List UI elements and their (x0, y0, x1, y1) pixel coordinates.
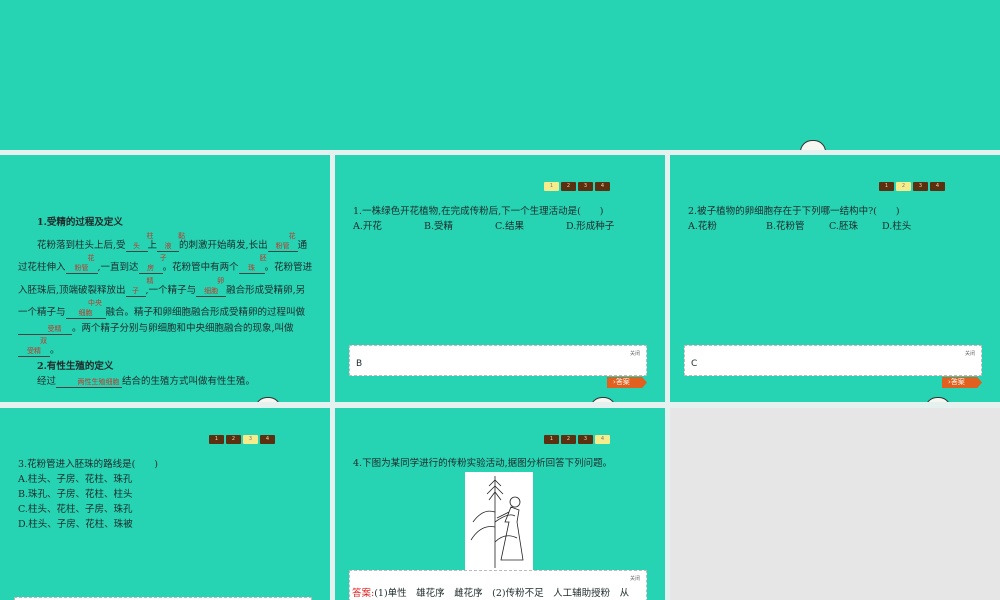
blank: 受精 (18, 324, 72, 335)
text: 上 (147, 239, 158, 251)
answer-text: (1)单性 雄花序 雌花序 (2)传粉不足 人工辅助授粉 从 (374, 588, 630, 599)
option-b: B.受精 (424, 221, 454, 232)
question-nav: 1234 (209, 435, 275, 444)
question-text: 2.被子植物的卵细胞存在于下列哪一结构中?( ) (688, 206, 900, 217)
nav-button-3[interactable]: 3 (578, 435, 593, 444)
nav-button-2[interactable]: 2 (226, 435, 241, 444)
blank: 子房 (138, 253, 167, 274)
slide-thumbnail-1[interactable]: 1.受精的过程及定义 花粉落到柱头上后,受柱头 上黏液 的刺激开始萌发,长出花粉管通… (0, 155, 330, 402)
question-text: 3.花粉管进入胚珠的路线是( ) (18, 459, 158, 470)
text: 结合的生殖方式叫做有性生殖。 (122, 376, 256, 387)
answer-value: B (356, 359, 363, 369)
answer-box: 关闭 C (684, 345, 982, 376)
blank: 柱头 (125, 231, 154, 252)
answer-button[interactable]: ›答案 (607, 377, 647, 388)
blank: 花粉管 (65, 253, 98, 274)
nav-button-3[interactable]: 3 (913, 182, 928, 191)
heading-sexual-reproduction: 2.有性生殖的定义 (37, 360, 114, 372)
option-c: C.结果 (495, 221, 524, 232)
empty-slot (670, 408, 1000, 600)
answer-content: 答案:(1)单性 雄花序 雌花序 (2)传粉不足 人工辅助授粉 从 (352, 585, 629, 599)
nav-button-1[interactable]: 1 (544, 435, 559, 444)
question: 3.花粉管进入胚珠的路线是( ) A.柱头、子房、花柱、珠孔 B.珠孔、子房、花… (18, 457, 318, 532)
answer-label: 答案: (352, 588, 375, 599)
answer-box: 关闭 答案:(1)单性 雄花序 雌花序 (2)传粉不足 人工辅助授粉 从 (349, 570, 647, 600)
decoration-icon (925, 397, 951, 402)
text: 融合。精子和卵细胞融合形成受精卵的过程叫做 (105, 307, 306, 318)
option-b: B.花粉管 (766, 221, 805, 232)
decoration-icon (255, 397, 281, 402)
option-b: B.珠孔、子房、花柱、柱头 (18, 489, 133, 500)
decoration-icon (590, 397, 616, 402)
text: 。 (50, 345, 60, 356)
slide-thumbnail-3[interactable]: 1234 2.被子植物的卵细胞存在于下列哪一结构中?( ) A.花粉 B.花粉管 C… (670, 155, 1000, 402)
answer-button-label: 答案 (950, 378, 965, 386)
close-button[interactable]: 关闭 (630, 350, 640, 357)
title-slide-thumbnail[interactable] (0, 0, 1000, 150)
heading-fertilization: 1.受精的过程及定义 (37, 217, 123, 228)
nav-button-2[interactable]: 2 (561, 435, 576, 444)
nav-button-3[interactable]: 3 (578, 182, 593, 191)
blank: 精子 (125, 276, 154, 297)
option-a: A.开花 (353, 221, 382, 232)
nav-button-2[interactable]: 2 (561, 182, 576, 191)
nav-button-4[interactable]: 4 (595, 182, 610, 191)
question: 1.一株绿色开花植物,在完成传粉后,下一个生理活动是( ) A.开花 B.受精 C.… (353, 204, 653, 234)
option-a: A.花粉 (688, 221, 717, 232)
nav-button-3[interactable]: 3 (243, 435, 258, 444)
blank: 两性生殖细胞 (56, 377, 123, 388)
nav-button-1[interactable]: 1 (209, 435, 224, 444)
text: 的刺激开始萌发,长出 (179, 239, 268, 251)
option-d: D.柱头、子房、花柱、珠被 (18, 519, 133, 530)
text: 。两个精子分别与卵细胞和中央细胞融合的现象,叫做 (72, 322, 294, 334)
nav-button-2[interactable]: 2 (896, 182, 911, 191)
slide-thumbnail-2[interactable]: 1234 1.一株绿色开花植物,在完成传粉后,下一个生理活动是( ) A.开花 B… (335, 155, 665, 402)
nav-button-4[interactable]: 4 (595, 435, 610, 444)
question-text: 1.一株绿色开花植物,在完成传粉后,下一个生理活动是( ) (353, 206, 604, 217)
corn-plant-girl-illustration (470, 476, 524, 568)
text: 经过 (37, 376, 57, 387)
question-text: 4.下图为某同学进行的传粉实验活动,据图分析回答下列问题。 (353, 458, 613, 469)
question: 2.被子植物的卵细胞存在于下列哪一结构中?( ) A.花粉 B.花粉管 C.胚珠 D.… (688, 204, 988, 234)
question-nav: 1234 (879, 182, 945, 191)
question-nav: 1234 (544, 435, 610, 444)
blank: 卵细胞 (196, 276, 227, 297)
text: 花粉落到柱头上后,受 (37, 239, 126, 251)
blank: 黏液 (157, 231, 185, 252)
close-button[interactable]: 关闭 (630, 575, 640, 582)
answer-button[interactable]: ›答案 (942, 377, 982, 388)
blank: 花粉管 (267, 231, 298, 252)
answer-value: C (691, 359, 698, 369)
blank: 胚珠 (238, 253, 267, 274)
text: 一个精子与 (148, 284, 197, 296)
nav-button-1[interactable]: 1 (879, 182, 894, 191)
option-c: C.胚珠 (829, 221, 858, 232)
nav-button-1[interactable]: 1 (544, 182, 559, 191)
option-d: D.形成种子 (566, 221, 615, 232)
option-c: C.柱头、花柱、子房、珠孔 (18, 504, 133, 515)
nav-button-4[interactable]: 4 (260, 435, 275, 444)
text: 一直到达 (100, 262, 139, 273)
option-d: D.柱头 (882, 221, 912, 232)
decoration-icon (800, 140, 826, 150)
question-nav: 1234 (544, 182, 610, 191)
answer-box: 关闭 B (349, 345, 647, 376)
close-button[interactable]: 关闭 (965, 350, 975, 357)
blank: 中央细胞 (65, 298, 106, 319)
pollination-illustration (465, 472, 533, 570)
blank: 双受精 (18, 336, 50, 357)
answer-button-label: 答案 (615, 378, 630, 386)
text: 。花粉管中有两个 (162, 262, 239, 273)
slide-thumbnail-5[interactable]: 1234 4.下图为某同学进行的传粉实验活动,据图分析回答下列问题。 关闭 答案… (335, 408, 665, 600)
slide-thumbnail-4[interactable]: 1234 3.花粉管进入胚珠的路线是( ) A.柱头、子房、花柱、珠孔 B.珠孔… (0, 408, 330, 600)
knowledge-text: 1.受精的过程及定义 花粉落到柱头上后,受柱头 上黏液 的刺激开始萌发,长出花粉管通… (18, 217, 313, 388)
option-a: A.柱头、子房、花柱、珠孔 (18, 474, 133, 485)
nav-button-4[interactable]: 4 (930, 182, 945, 191)
